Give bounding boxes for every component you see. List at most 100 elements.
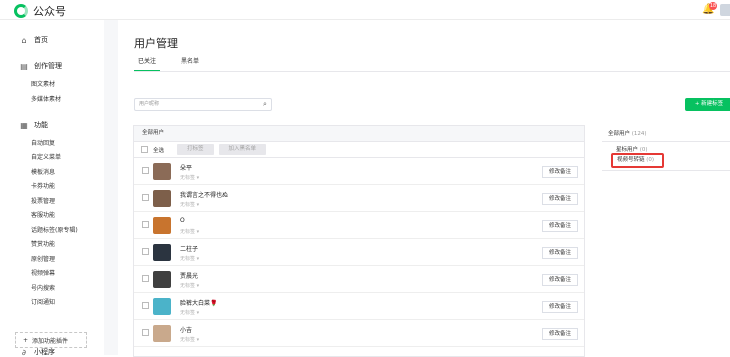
user-name: O xyxy=(180,217,185,224)
select-all-checkbox[interactable] xyxy=(141,146,148,153)
user-name: 朵平 xyxy=(180,165,193,172)
user-tag-label: 无标签 xyxy=(180,283,196,289)
sidebar-item-articles[interactable]: 图文素材 xyxy=(31,79,55,88)
sidebar-item-danmaku[interactable]: 视频弹幕 xyxy=(31,268,55,277)
user-checkbox[interactable] xyxy=(142,248,149,255)
add-plugin-button[interactable]: + 添加功能插件 xyxy=(15,332,87,348)
user-row: 朵平无标签 ▾ 修改备注 xyxy=(134,158,584,185)
logo[interactable]: 公众号 xyxy=(14,3,66,19)
search-icon[interactable]: ⌕ xyxy=(263,100,267,109)
user-checkbox[interactable] xyxy=(142,329,149,336)
edit-remark-button[interactable]: 修改备注 xyxy=(542,166,578,178)
group-divider-2 xyxy=(602,170,730,171)
sidebar-item-votes[interactable]: 投票管理 xyxy=(31,196,55,205)
sidebar-mini-program-label: 小程序 xyxy=(34,348,55,356)
edit-remark-button[interactable]: 修改备注 xyxy=(542,328,578,340)
user-row: 小吉 无标签 ▾ 修改备注 xyxy=(134,320,584,347)
content-panel: 用户管理 已关注 黑名单 用户昵称 ⌕ + 新建标签 全部用户 全选 打标签 加… xyxy=(118,20,730,357)
home-icon: ⌂ xyxy=(21,35,27,45)
group-star-users[interactable]: 星标用户 (0) xyxy=(616,145,648,153)
sidebar-item-coupons[interactable]: 卡券功能 xyxy=(31,181,55,190)
group-all-count: (124) xyxy=(631,131,647,137)
blacklist-button[interactable]: 加入黑名单 xyxy=(218,144,267,155)
edit-remark-button[interactable]: 修改备注 xyxy=(542,301,578,313)
sidebar-item-auto-reply[interactable]: 自动回复 xyxy=(31,138,55,147)
user-tag-label: 无标签 xyxy=(180,337,196,343)
user-row: 二柱子无标签 ▾ 修改备注 xyxy=(134,239,584,266)
user-row: 脸裤大白菜🌹 无标签 ▾ 修改备注 xyxy=(134,293,584,320)
sidebar: ⌂ 首页 ▤ 创作管理 图文素材 多媒体素材 ▦ 功能 自动回复 自定义菜单 模… xyxy=(0,20,104,357)
user-checkbox[interactable] xyxy=(142,167,149,174)
sidebar-section-create[interactable]: ▤ 创作管理 xyxy=(19,61,62,71)
user-tag-label: 无标签 xyxy=(180,310,196,316)
sidebar-section-features[interactable]: ▦ 功能 xyxy=(19,120,48,130)
app-name: 公众号 xyxy=(33,5,66,18)
top-bar: 公众号 🔔 18 xyxy=(0,0,730,20)
sidebar-item-topic-tags[interactable]: 话题标签(原专辑) xyxy=(31,225,78,234)
user-tag[interactable]: 无标签 ▾ xyxy=(180,255,199,262)
list-header: 全部用户 xyxy=(134,126,584,142)
group-video-count: (0) xyxy=(646,157,655,163)
user-name: 二柱子 xyxy=(180,246,199,253)
user-name: 我谓言之不得也ぬ xyxy=(180,192,229,199)
user-tag[interactable]: 无标签 ▾ xyxy=(180,201,199,208)
tag-button[interactable]: 打标签 xyxy=(177,144,214,155)
new-tag-button[interactable]: + 新建标签 xyxy=(685,98,730,111)
main-area: 用户管理 已关注 黑名单 用户昵称 ⌕ + 新建标签 全部用户 全选 打标签 加… xyxy=(104,20,730,357)
sidebar-item-home[interactable]: ⌂ 首页 xyxy=(19,35,48,45)
sidebar-section-mini-program[interactable]: ∂ 小程序 xyxy=(19,347,55,357)
plus-icon: + xyxy=(23,336,29,344)
user-tag[interactable]: 无标签 ▾ xyxy=(180,336,199,343)
user-row: 贾晨光无标签 ▾ 修改备注 xyxy=(134,266,584,293)
user-tag[interactable]: 无标签 ▾ xyxy=(180,228,199,235)
user-row: O 无标签 ▾ 修改备注 xyxy=(134,212,584,239)
select-all-label[interactable]: 全选 xyxy=(153,146,164,154)
group-video-label: 视频号转链 xyxy=(617,157,645,163)
user-name: 贾晨光 xyxy=(180,273,199,280)
user-avatar[interactable] xyxy=(153,298,171,315)
sidebar-item-media[interactable]: 多媒体素材 xyxy=(31,94,61,103)
user-avatar[interactable] xyxy=(153,217,171,234)
user-name: 脸裤大白菜🌹 xyxy=(180,300,218,307)
edit-remark-button[interactable]: 修改备注 xyxy=(542,247,578,259)
sidebar-item-customer-service[interactable]: 客服功能 xyxy=(31,210,55,219)
user-avatar[interactable] xyxy=(153,190,171,207)
user-list: 全部用户 全选 打标签 加入黑名单 朵平 无标签 ▾ 修改备注 我谓言之不得也ぬ 无标签… xyxy=(133,125,585,357)
user-tag-label: 无标签 xyxy=(180,229,196,235)
user-avatar[interactable] xyxy=(153,163,171,180)
account-avatar[interactable] xyxy=(720,4,730,16)
user-tag[interactable]: 无标签 ▾ xyxy=(180,309,199,316)
search-input[interactable]: 用户昵称 xyxy=(134,98,272,111)
user-avatar[interactable] xyxy=(153,271,171,288)
sidebar-home-label: 首页 xyxy=(34,36,48,44)
user-checkbox[interactable] xyxy=(142,221,149,228)
sidebar-item-custom-menu[interactable]: 自定义菜单 xyxy=(31,152,61,161)
user-avatar[interactable] xyxy=(153,244,171,261)
sidebar-item-original[interactable]: 原创管理 xyxy=(31,254,55,263)
user-tag-label: 无标签 xyxy=(180,202,196,208)
edit-remark-button[interactable]: 修改备注 xyxy=(542,193,578,205)
sidebar-features-label: 功能 xyxy=(34,121,48,129)
edit-remark-button[interactable]: 修改备注 xyxy=(542,274,578,286)
sidebar-item-template-msg[interactable]: 模板消息 xyxy=(31,167,55,176)
list-toolbar: 全选 打标签 加入黑名单 xyxy=(134,142,584,158)
sidebar-item-appreciation[interactable]: 赞赏功能 xyxy=(31,239,55,248)
group-all-users[interactable]: 全部用户 (124) xyxy=(608,129,647,137)
tab-bar: 已关注 黑名单 xyxy=(134,57,203,71)
tab-followed[interactable]: 已关注 xyxy=(134,57,161,71)
user-rows: 朵平 无标签 ▾ 修改备注 我谓言之不得也ぬ 无标签 ▾ 修改备注 O 无标签 ▾ 修改备注 二柱… xyxy=(134,158,584,347)
user-checkbox[interactable] xyxy=(142,194,149,201)
sidebar-item-search[interactable]: 号内搜索 xyxy=(31,283,55,292)
user-row: 我谓言之不得也ぬ 无标签 ▾ 修改备注 xyxy=(134,185,584,212)
edit-remark-button[interactable]: 修改备注 xyxy=(542,220,578,232)
tab-divider xyxy=(134,71,730,72)
user-checkbox[interactable] xyxy=(142,302,149,309)
add-plugin-label: 添加功能插件 xyxy=(32,337,69,345)
tab-blacklist[interactable]: 黑名单 xyxy=(177,57,203,71)
user-tag[interactable]: 无标签 ▾ xyxy=(180,282,199,289)
group-video-link[interactable]: 视频号转链 (0) xyxy=(611,153,664,168)
user-avatar[interactable] xyxy=(153,325,171,342)
user-tag[interactable]: 无标签 ▾ xyxy=(180,174,199,181)
sidebar-item-subscription[interactable]: 订阅通知 xyxy=(31,297,55,306)
user-checkbox[interactable] xyxy=(142,275,149,282)
